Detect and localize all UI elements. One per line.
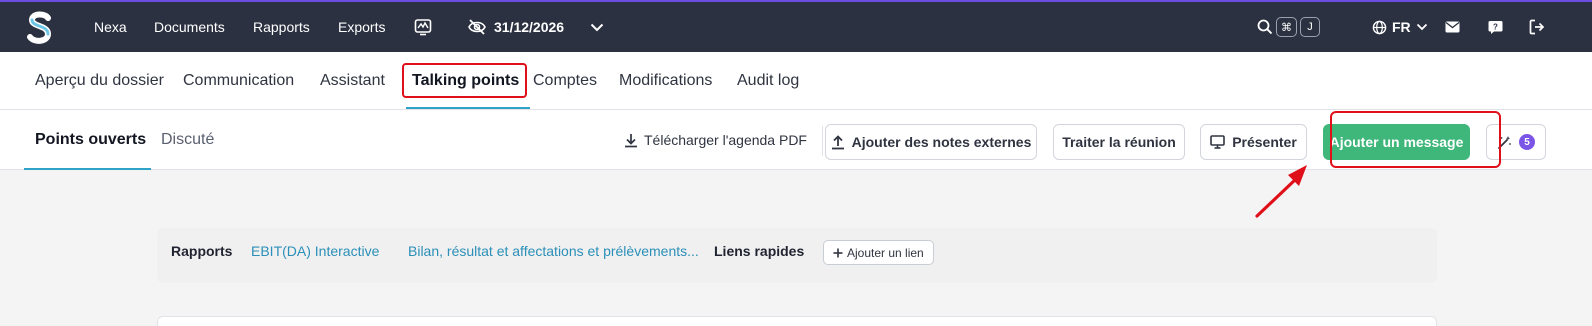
- language-selector[interactable]: FR: [1372, 2, 1428, 52]
- add-external-notes-label: Ajouter des notes externes: [851, 134, 1032, 150]
- tab-assistant[interactable]: Assistant: [320, 52, 385, 109]
- add-external-notes-button[interactable]: Ajouter des notes externes: [825, 124, 1037, 160]
- eye-slash-icon: [468, 19, 486, 35]
- reports-label: Rapports: [171, 243, 233, 259]
- monitor-icon: [1210, 135, 1226, 149]
- help-icon[interactable]: ?: [1487, 2, 1503, 52]
- magic-wand-icon: [1498, 135, 1511, 149]
- tab-audit-log[interactable]: Audit log: [737, 52, 799, 109]
- download-agenda-button[interactable]: Télécharger l'agenda PDF: [624, 110, 807, 170]
- quick-links-label: Liens rapides: [714, 243, 805, 259]
- globe-icon: [1372, 20, 1387, 34]
- report-link-bilan[interactable]: Bilan, résultat et affectations et prélè…: [408, 224, 699, 279]
- subtab-points-ouverts[interactable]: Points ouverts: [35, 110, 146, 169]
- active-tab-indicator: [406, 107, 530, 109]
- upload-icon: [831, 134, 844, 149]
- talking-points-card: [157, 316, 1437, 326]
- add-link-button[interactable]: Ajouter un lien: [823, 240, 934, 265]
- report-link-ebitda[interactable]: EBIT(DA) Interactive: [251, 224, 379, 279]
- subtab-discute[interactable]: Discuté: [161, 110, 214, 169]
- toolbar-divider: [822, 126, 823, 156]
- add-message-button[interactable]: Ajouter un message: [1323, 124, 1470, 160]
- shortcut-key-j: J: [1300, 17, 1320, 37]
- svg-text:?: ?: [1493, 22, 1498, 31]
- mail-icon[interactable]: [1444, 2, 1460, 52]
- language-code: FR: [1392, 19, 1411, 35]
- process-meeting-button[interactable]: Traiter la réunion: [1053, 124, 1185, 160]
- nav-documents[interactable]: Documents: [154, 2, 225, 52]
- magic-wand-button[interactable]: 5: [1486, 124, 1546, 160]
- active-subtab-indicator: [24, 168, 151, 170]
- search-icon: [1257, 19, 1273, 35]
- tab-talking-points[interactable]: Talking points: [412, 52, 519, 109]
- date-selector[interactable]: 31/12/2026: [468, 2, 564, 52]
- chevron-down-icon: [1416, 23, 1427, 31]
- nav-rapports[interactable]: Rapports: [253, 2, 310, 52]
- plus-icon: [833, 248, 843, 257]
- present-button[interactable]: Présenter: [1200, 124, 1307, 160]
- tab-apercu[interactable]: Aperçu du dossier: [35, 52, 164, 109]
- nav-nexa[interactable]: Nexa: [94, 2, 127, 52]
- app-logo[interactable]: [26, 10, 54, 46]
- dossier-tabs: Aperçu du dossier Communication Assistan…: [0, 52, 1592, 110]
- suggestion-count-badge: 5: [1519, 134, 1535, 150]
- download-agenda-label: Télécharger l'agenda PDF: [644, 132, 807, 148]
- date-value: 31/12/2026: [494, 19, 565, 35]
- tab-modifications[interactable]: Modifications: [619, 52, 712, 109]
- annotation-arrow: [1255, 165, 1307, 218]
- shortcut-key-cmd: ⌘: [1276, 17, 1297, 37]
- top-navbar: Nexa Documents Rapports Exports 31/12/20…: [0, 0, 1592, 52]
- add-message-label: Ajouter un message: [1329, 134, 1464, 150]
- nav-exports[interactable]: Exports: [338, 2, 385, 52]
- logout-icon[interactable]: [1528, 2, 1546, 52]
- tab-comptes[interactable]: Comptes: [533, 52, 597, 109]
- monitor-chart-icon[interactable]: [413, 2, 433, 52]
- process-meeting-label: Traiter la réunion: [1062, 134, 1176, 150]
- chevron-down-icon[interactable]: [589, 2, 605, 52]
- search-button[interactable]: ⌘ J: [1257, 2, 1327, 52]
- tab-communication[interactable]: Communication: [183, 52, 294, 109]
- add-link-label: Ajouter un lien: [847, 245, 924, 260]
- download-icon: [625, 133, 637, 147]
- present-label: Présenter: [1232, 134, 1297, 150]
